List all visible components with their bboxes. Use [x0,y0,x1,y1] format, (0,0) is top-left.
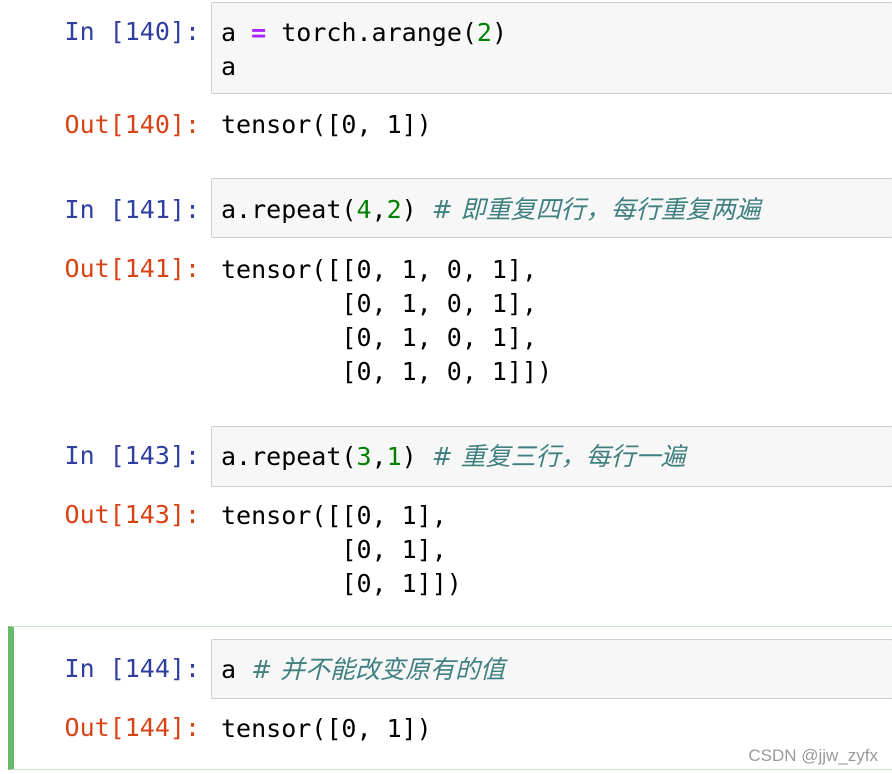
input-prompt: In [144]: [64,654,200,683]
code-number: 4 [356,195,372,224]
code-editor[interactable]: a # 并不能改变原有的值 [211,639,892,699]
output-prompt: Out[143]: [64,500,200,529]
output-area: tensor([[0, 1], [0, 1], [0, 1]]) [221,499,892,601]
output-area: tensor([[0, 1, 0, 1], [0, 1, 0, 1], [0, … [221,253,892,389]
output-line: [0, 1]]) [221,569,462,598]
code-token: ) [491,18,508,47]
watermark: CSDN @jjw_zyfx [748,746,878,765]
code-operator: = [251,18,267,47]
notebook-cell-140[interactable]: In [140]: a = torch.arange(2) a Out[140]… [0,0,892,160]
code-token: a [221,655,237,684]
code-number: 1 [386,442,402,471]
code-token: a [221,18,237,47]
code-token: , [371,195,387,224]
input-prompt: In [143]: [64,441,200,470]
code-number: 2 [476,18,492,47]
output-line: tensor([0, 1]) [221,110,432,139]
input-prompt: In [141]: [64,195,200,224]
notebook-cell-143[interactable]: In [143]: a.repeat(3,1) # 重复三行，每行一遍 Out[… [0,424,892,624]
code-editor[interactable]: a.repeat(4,2) # 即重复四行，每行重复两遍 [211,178,892,238]
code-token: a.repeat( [221,442,357,471]
code-token: , [371,442,387,471]
code-line: a # 并不能改变原有的值 [221,653,883,687]
code-comment: # 即重复四行，每行重复两遍 [431,195,761,224]
code-token: ) [401,195,417,224]
output-line: [0, 1, 0, 1]]) [221,357,553,386]
output-prompt: Out[144]: [64,713,200,742]
notebook-cell-141[interactable]: In [141]: a.repeat(4,2) # 即重复四行，每行重复两遍 O… [0,176,892,416]
code-line: a = torch.arange(2) [221,16,883,50]
code-number: 2 [386,195,402,224]
code-line: a.repeat(4,2) # 即重复四行，每行重复两遍 [221,193,883,227]
output-prompt: Out[141]: [64,254,200,283]
output-line: [0, 1, 0, 1], [221,289,538,318]
output-line: tensor([[0, 1, 0, 1], [221,255,538,284]
input-prompt: In [140]: [64,17,200,46]
code-line: a [221,52,237,81]
output-prompt: Out[140]: [64,110,200,139]
output-line: tensor([[0, 1], [221,501,447,530]
code-token: ) [401,442,417,471]
code-token: a.repeat( [221,195,357,224]
code-token: torch.arange( [281,18,477,47]
output-area: tensor([0, 1]) [221,712,892,746]
code-editor[interactable]: a.repeat(3,1) # 重复三行，每行一遍 [211,426,892,487]
output-area: tensor([0, 1]) [221,108,892,142]
output-line: [0, 1, 0, 1], [221,323,538,352]
code-line: a.repeat(3,1) # 重复三行，每行一遍 [221,440,883,474]
output-line: tensor([0, 1]) [221,714,432,743]
code-number: 3 [356,442,372,471]
code-editor[interactable]: a = torch.arange(2) a [211,2,892,94]
output-line: [0, 1], [221,535,447,564]
code-comment: # 并不能改变原有的值 [251,655,506,684]
code-comment: # 重复三行，每行一遍 [431,442,686,471]
